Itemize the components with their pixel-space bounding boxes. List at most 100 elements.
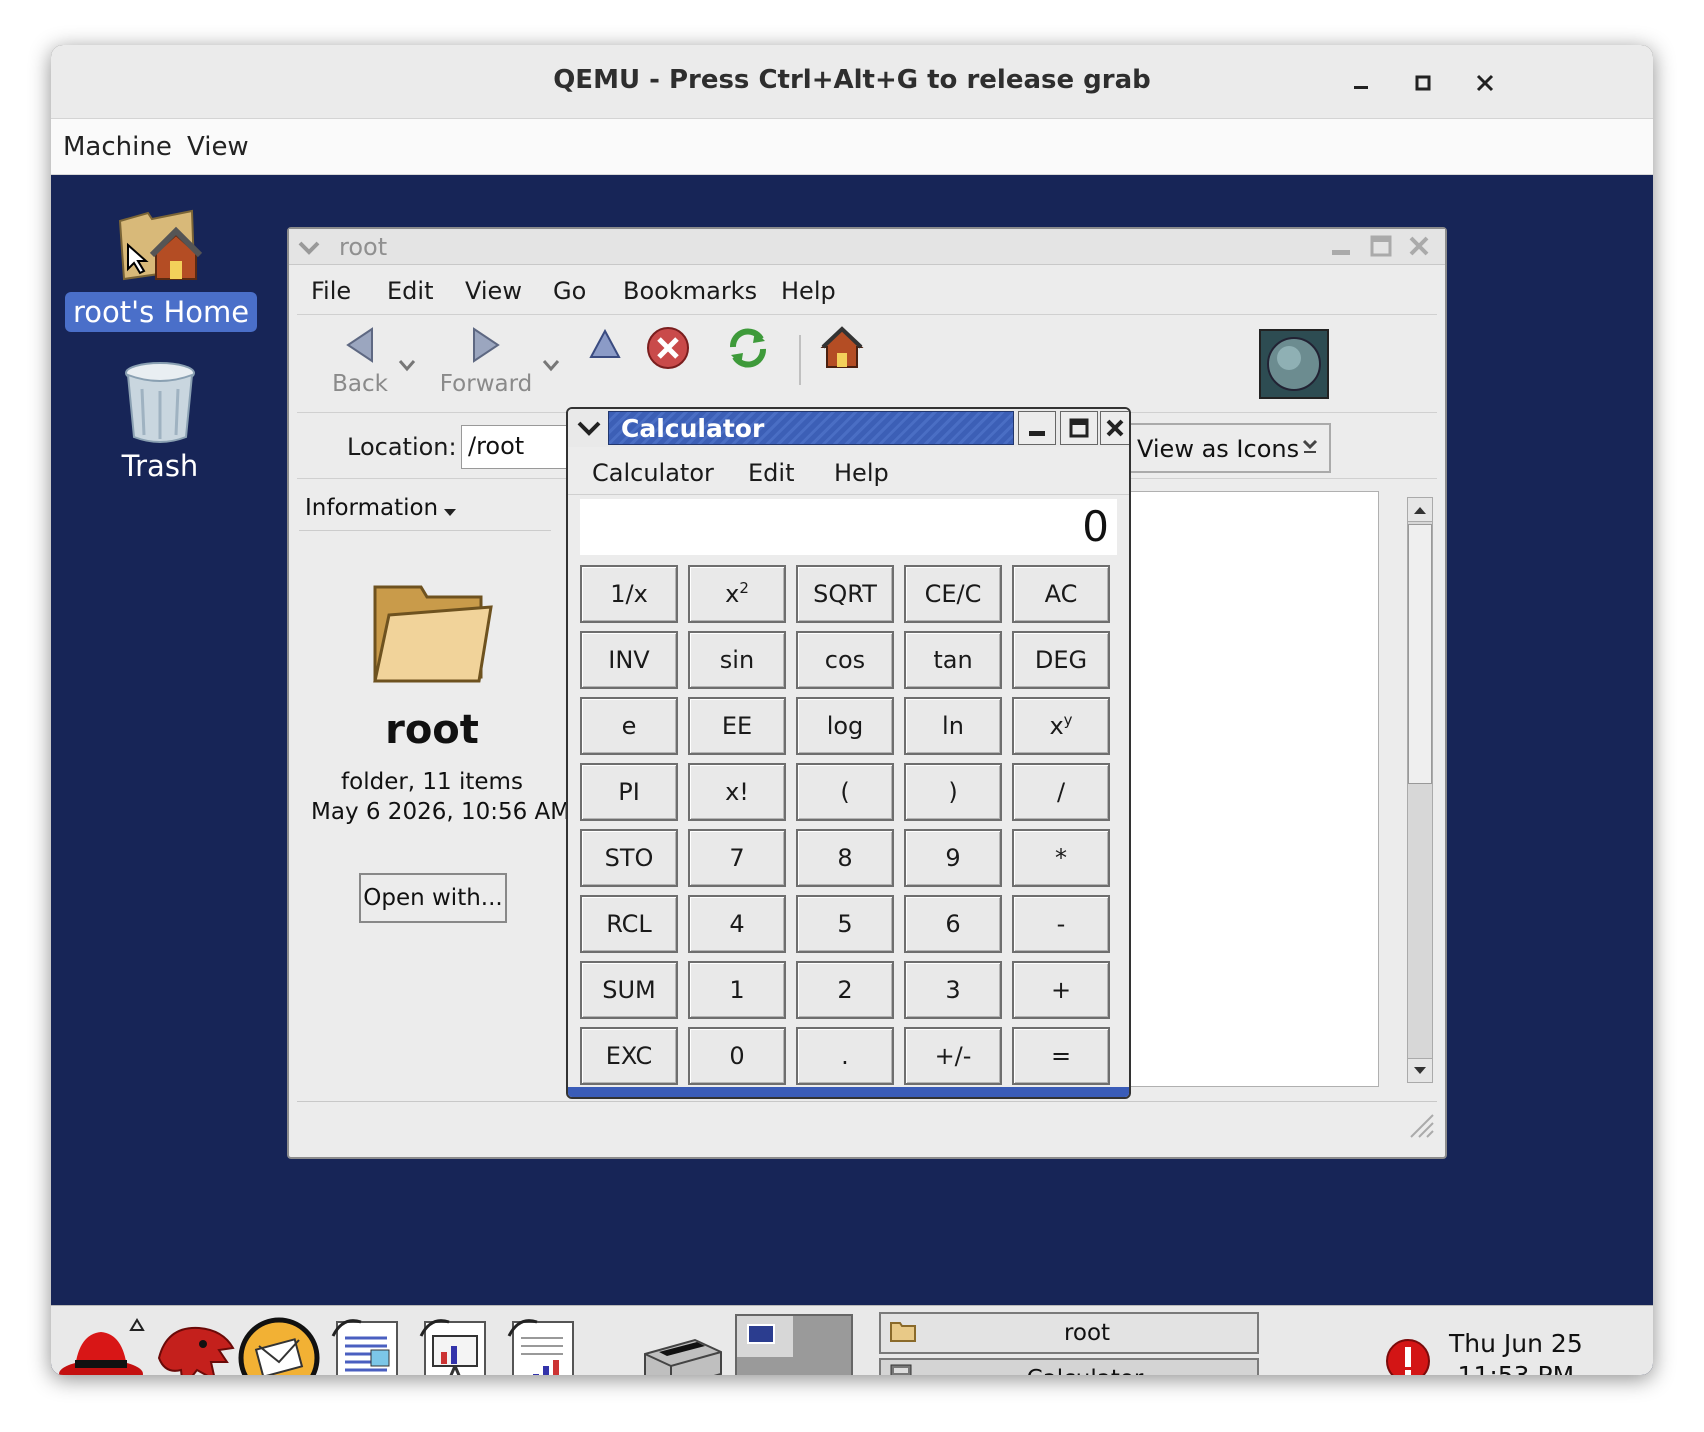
key-add[interactable]: + [1012, 961, 1110, 1019]
key-3[interactable]: 3 [904, 961, 1002, 1019]
update-alert-icon[interactable] [1385, 1338, 1431, 1375]
menu-calculator[interactable]: Calculator [592, 459, 714, 487]
window-menu-icon[interactable] [297, 235, 321, 263]
key-sum[interactable]: SUM [580, 961, 678, 1019]
close-icon[interactable] [1100, 411, 1129, 445]
menu-edit[interactable]: Edit [748, 459, 794, 487]
impress-launcher[interactable] [415, 1314, 495, 1375]
chevron-down-icon[interactable] [397, 357, 417, 377]
key-deg[interactable]: DEG [1012, 631, 1110, 689]
vertical-scrollbar[interactable] [1407, 497, 1433, 1083]
key-inv[interactable]: INV [580, 631, 678, 689]
home-button[interactable] [819, 325, 865, 375]
maximize-icon[interactable] [1403, 63, 1443, 103]
chevron-down-icon[interactable] [541, 357, 561, 377]
key-exc[interactable]: EXC [580, 1027, 678, 1085]
key-ln[interactable]: ln [904, 697, 1002, 755]
menu-file[interactable]: File [311, 277, 351, 305]
key-cos[interactable]: cos [796, 631, 894, 689]
resize-grip-icon[interactable] [1405, 1109, 1435, 1143]
pane-selector[interactable]: Information [299, 487, 551, 531]
menu-help[interactable]: Help [834, 459, 889, 487]
close-icon[interactable] [1465, 63, 1505, 103]
stop-button[interactable] [645, 325, 691, 375]
minimize-icon[interactable] [1341, 63, 1381, 103]
key-equals[interactable]: = [1012, 1027, 1110, 1085]
key-factorial[interactable]: x! [688, 763, 786, 821]
reload-button[interactable] [725, 325, 771, 375]
key-4[interactable]: 4 [688, 895, 786, 953]
key-reciprocal[interactable]: 1/x [580, 565, 678, 623]
maximize-icon[interactable] [1060, 411, 1098, 445]
key-power[interactable]: xy [1012, 697, 1110, 755]
key-5[interactable]: 5 [796, 895, 894, 953]
menu-go[interactable]: Go [553, 277, 586, 305]
menu-machine[interactable]: Machine [63, 132, 172, 162]
task-calculator[interactable]: Calculator [879, 1358, 1259, 1375]
forward-button[interactable]: Forward [431, 325, 541, 397]
guest-desktop[interactable]: root's Home Trash root File Edit View Go… [51, 175, 1653, 1375]
writer-launcher[interactable] [327, 1314, 407, 1375]
key-0[interactable]: 0 [688, 1027, 786, 1085]
close-icon[interactable] [1407, 234, 1431, 262]
key-9[interactable]: 9 [904, 829, 1002, 887]
workspace-switcher[interactable] [735, 1314, 853, 1375]
key-tan[interactable]: tan [904, 631, 1002, 689]
desktop-icon-trash[interactable]: Trash [65, 359, 255, 483]
key-2[interactable]: 2 [796, 961, 894, 1019]
key-7[interactable]: 7 [688, 829, 786, 887]
menu-edit[interactable]: Edit [387, 277, 433, 305]
key-sin[interactable]: sin [688, 631, 786, 689]
workspace-1[interactable] [737, 1316, 793, 1357]
key-e[interactable]: e [580, 697, 678, 755]
key-all-clear[interactable]: AC [1012, 565, 1110, 623]
back-button[interactable]: Back [315, 325, 405, 397]
menu-help[interactable]: Help [781, 277, 836, 305]
key-6[interactable]: 6 [904, 895, 1002, 953]
clock[interactable]: Thu Jun 25 11:53 PM [1449, 1328, 1583, 1375]
menu-view[interactable]: View [465, 277, 522, 305]
key-multiply[interactable]: * [1012, 829, 1110, 887]
key-square[interactable]: x2 [688, 565, 786, 623]
key-8[interactable]: 8 [796, 829, 894, 887]
key-decimal[interactable]: . [796, 1027, 894, 1085]
key-subtract[interactable]: - [1012, 895, 1110, 953]
workspace-4[interactable] [795, 1359, 851, 1375]
minimize-icon[interactable] [1018, 411, 1056, 445]
scroll-up-icon[interactable] [1408, 498, 1432, 522]
file-manager-titlebar[interactable]: root [289, 229, 1445, 265]
window-menu-icon[interactable] [576, 415, 602, 445]
main-menu-button[interactable] [57, 1316, 147, 1375]
minimize-icon[interactable] [1329, 235, 1353, 263]
key-sto[interactable]: STO [580, 829, 678, 887]
menu-view[interactable]: View [187, 132, 249, 162]
open-with-button[interactable]: Open with... [359, 873, 507, 923]
menu-bookmarks[interactable]: Bookmarks [623, 277, 757, 305]
view-as-select[interactable]: View as Icons [1123, 423, 1331, 473]
workspace-2[interactable] [795, 1316, 851, 1357]
desktop-icon-home[interactable]: root's Home [65, 199, 258, 332]
key-rcl[interactable]: RCL [580, 895, 678, 953]
web-browser-launcher[interactable] [153, 1318, 239, 1375]
scroll-down-icon[interactable] [1408, 1058, 1432, 1082]
email-launcher[interactable] [237, 1316, 321, 1375]
location-input[interactable]: /root [461, 425, 581, 469]
key-open-paren[interactable]: ( [796, 763, 894, 821]
print-manager-launcher[interactable] [639, 1328, 725, 1375]
up-button[interactable] [585, 325, 625, 369]
key-ee[interactable]: EE [688, 697, 786, 755]
key-log[interactable]: log [796, 697, 894, 755]
key-divide[interactable]: / [1012, 763, 1110, 821]
key-close-paren[interactable]: ) [904, 763, 1002, 821]
key-sqrt[interactable]: SQRT [796, 565, 894, 623]
maximize-icon[interactable] [1369, 234, 1393, 262]
calc-launcher[interactable] [503, 1314, 583, 1375]
key-1[interactable]: 1 [688, 961, 786, 1019]
key-sign[interactable]: +/- [904, 1027, 1002, 1085]
task-root[interactable]: root [879, 1312, 1259, 1354]
scroll-thumb[interactable] [1408, 524, 1432, 784]
key-clear-entry[interactable]: CE/C [904, 565, 1002, 623]
calculator-titlebar[interactable]: Calculator [568, 409, 1129, 447]
qemu-titlebar[interactable]: QEMU - Press Ctrl+Alt+G to release grab [51, 45, 1653, 119]
workspace-3[interactable] [737, 1359, 793, 1375]
